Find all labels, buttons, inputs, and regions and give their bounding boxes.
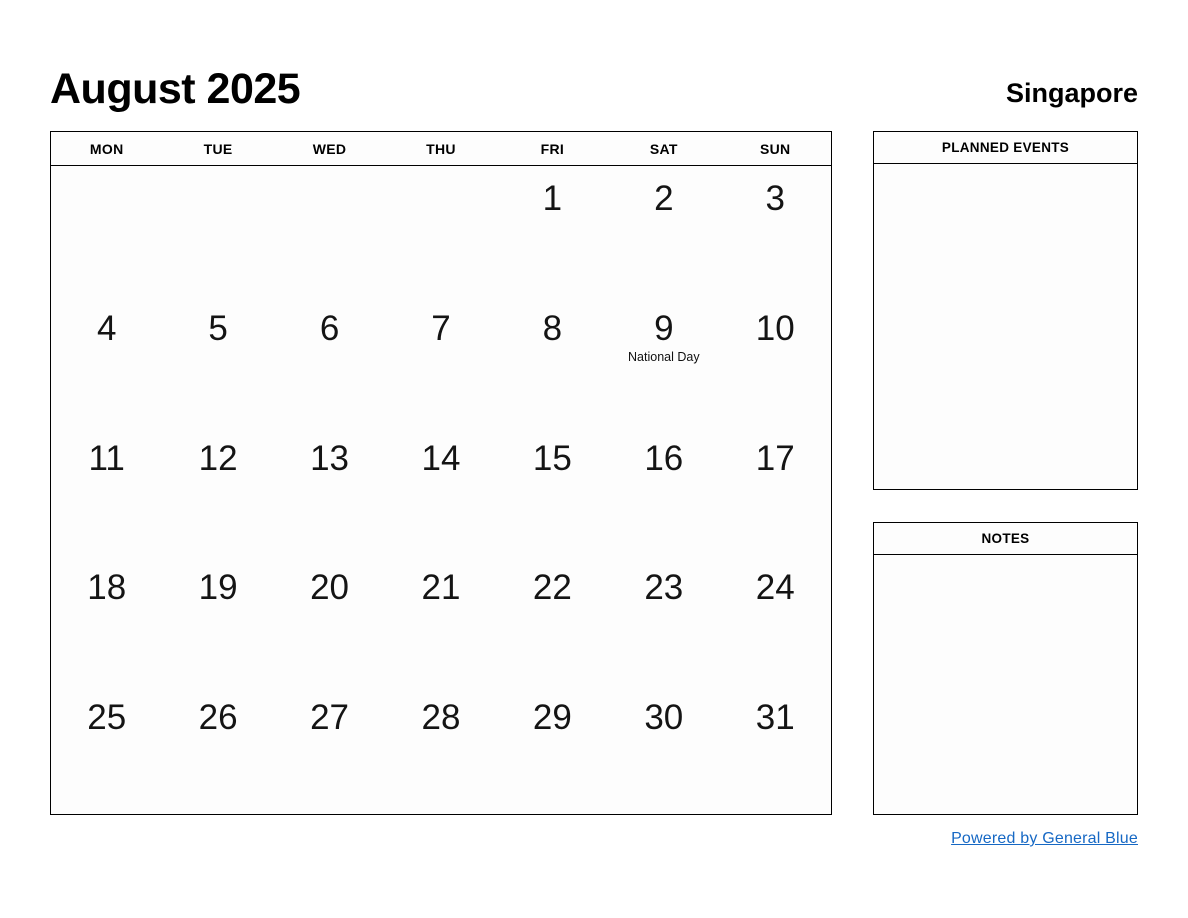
day-cell-19[interactable]: 19 (162, 555, 273, 685)
weekday-header-thu: THU (426, 140, 456, 157)
day-number: 8 (542, 308, 563, 348)
day-number: 4 (96, 308, 117, 348)
day-number: 26 (198, 698, 238, 738)
day-cell-25[interactable]: 25 (51, 685, 162, 815)
day-cell-17[interactable]: 17 (720, 426, 831, 556)
day-number: 16 (644, 438, 684, 478)
day-cell-27[interactable]: 27 (274, 685, 385, 815)
weekday-header-row: MON TUE WED THU FRI SAT SUN (51, 132, 831, 166)
calendar-week-row: 11 12 13 14 15 16 17 (51, 426, 831, 556)
calendar-page: August 2025 Singapore MON TUE WED THU FRI SAT… (0, 0, 1188, 918)
notes-body[interactable] (874, 555, 1137, 815)
day-number: 3 (765, 179, 785, 218)
day-number: 17 (755, 438, 795, 478)
day-number: 21 (421, 568, 461, 608)
day-cell-18[interactable]: 18 (51, 555, 162, 685)
day-cell-12[interactable]: 12 (162, 426, 273, 556)
planned-events-panel: PLANNED EVENTS (873, 131, 1138, 490)
day-cell-24[interactable]: 24 (720, 555, 831, 685)
day-number: 13 (310, 438, 350, 478)
region-label: Singapore (1005, 78, 1138, 108)
day-cell-28[interactable]: 28 (385, 685, 496, 815)
planned-events-title: PLANNED EVENTS (874, 132, 1137, 164)
day-number: 14 (421, 438, 461, 478)
weekday-header-fri: FRI (540, 140, 565, 157)
day-number: 5 (208, 308, 228, 348)
calendar-week-row: 25 26 27 28 29 30 31 (51, 685, 831, 815)
powered-by-link[interactable]: Powered by General Blue (951, 830, 1138, 847)
day-cell-30[interactable]: 30 (608, 685, 719, 815)
day-cell-8[interactable]: 8 (497, 296, 608, 426)
notes-title: NOTES (874, 523, 1137, 555)
day-number: 30 (644, 698, 684, 738)
day-number: 9 (654, 308, 674, 348)
calendar-week-row: 18 19 20 21 22 23 24 (51, 555, 831, 685)
day-number: 2 (654, 179, 674, 218)
day-number: 31 (755, 698, 795, 738)
day-cell-26[interactable]: 26 (162, 685, 273, 815)
day-cell-21[interactable]: 21 (385, 555, 496, 685)
day-event-label: National Day (628, 349, 700, 364)
day-number: 7 (431, 308, 451, 348)
day-number: 25 (87, 698, 127, 738)
day-cell-14[interactable]: 14 (385, 426, 496, 556)
weekday-header-wed: WED (312, 140, 347, 157)
day-number: 24 (755, 568, 795, 608)
page-header: August 2025 Singapore (50, 52, 1138, 112)
day-number: 23 (644, 568, 684, 608)
day-cell-1[interactable]: 1 (497, 166, 608, 296)
day-number: 28 (421, 698, 461, 738)
day-number: 18 (87, 568, 127, 608)
day-number: 22 (532, 568, 572, 608)
day-number: 6 (319, 308, 340, 348)
day-cell-5[interactable]: 5 (162, 296, 273, 426)
day-cell-20[interactable]: 20 (274, 555, 385, 685)
day-number: 19 (198, 568, 238, 608)
day-cell-empty (274, 166, 385, 296)
day-cell-31[interactable]: 31 (720, 685, 831, 815)
calendar-grid: MON TUE WED THU FRI SAT SUN 1 2 3 4 5 6 7 8 9 National … (50, 131, 832, 815)
weekday-header-tue: TUE (203, 140, 233, 157)
day-cell-15[interactable]: 15 (497, 426, 608, 556)
day-number: 12 (198, 438, 238, 478)
day-number: 10 (755, 308, 795, 348)
day-number: 29 (532, 698, 572, 738)
calendar-week-row: 4 5 6 7 8 9 National Day 10 (51, 296, 831, 426)
day-number: 20 (310, 568, 350, 608)
weekday-header-mon: MON (89, 140, 124, 157)
day-number: 1 (542, 179, 563, 218)
day-cell-11[interactable]: 11 (51, 426, 162, 556)
day-number: 27 (310, 698, 350, 738)
day-cell-7[interactable]: 7 (385, 296, 496, 426)
day-cell-empty (162, 166, 273, 296)
day-cell-4[interactable]: 4 (51, 296, 162, 426)
day-number: 15 (532, 438, 572, 478)
day-cell-29[interactable]: 29 (497, 685, 608, 815)
day-cell-13[interactable]: 13 (274, 426, 385, 556)
weekday-header-sat: SAT (649, 140, 678, 157)
page-footer: Powered by General Blue (873, 830, 1138, 848)
weekday-header-sun: SUN (760, 140, 791, 157)
day-cell-2[interactable]: 2 (608, 166, 719, 296)
day-cell-3[interactable]: 3 (720, 166, 831, 296)
day-cell-empty (385, 166, 496, 296)
day-cell-6[interactable]: 6 (274, 296, 385, 426)
notes-panel: NOTES (873, 522, 1138, 815)
day-cell-16[interactable]: 16 (608, 426, 719, 556)
calendar-weeks: 1 2 3 4 5 6 7 8 9 National Day 10 11 12 13 14 15 16 17 18 1… (51, 166, 831, 815)
planned-events-body[interactable] (874, 164, 1137, 490)
calendar-week-row: 1 2 3 (51, 166, 831, 296)
day-cell-22[interactable]: 22 (497, 555, 608, 685)
day-number: 11 (88, 438, 125, 478)
day-cell-23[interactable]: 23 (608, 555, 719, 685)
day-cell-empty (51, 166, 162, 296)
day-cell-10[interactable]: 10 (720, 296, 831, 426)
page-title: August 2025 (50, 65, 301, 113)
day-cell-9[interactable]: 9 National Day (608, 296, 719, 426)
